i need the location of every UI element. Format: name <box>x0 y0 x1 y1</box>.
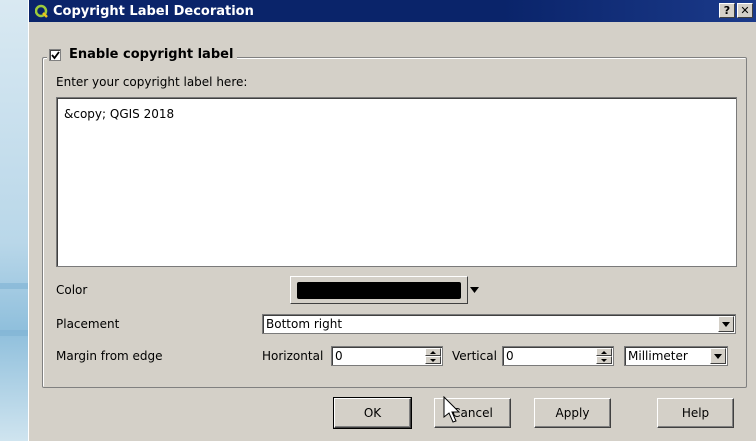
vertical-spin-buttons[interactable] <box>596 348 612 364</box>
copyright-text-value: &copy; QGIS 2018 <box>64 107 175 121</box>
margin-label: Margin from edge <box>56 349 163 363</box>
help-title-button[interactable]: ? <box>719 3 735 18</box>
placement-select[interactable]: Bottom right <box>262 314 736 334</box>
color-dropdown-arrow-icon[interactable] <box>467 276 481 304</box>
label-prompt: Enter your copyright label here: <box>56 75 248 89</box>
color-picker-button[interactable] <box>290 276 468 304</box>
vertical-label: Vertical <box>452 349 497 363</box>
horizontal-margin-input[interactable]: 0 <box>331 346 443 366</box>
color-swatch <box>297 282 461 299</box>
apply-button[interactable]: Apply <box>534 398 611 428</box>
placement-label: Placement <box>56 317 120 331</box>
chevron-down-icon[interactable] <box>710 348 726 364</box>
mouse-cursor-icon <box>443 396 461 423</box>
qgis-icon <box>35 4 49 18</box>
spin-down-icon[interactable] <box>425 356 441 364</box>
enable-copyright-label: Enable copyright label <box>69 47 234 62</box>
help-button[interactable]: Help <box>657 398 734 428</box>
horizontal-spin-buttons[interactable] <box>425 348 441 364</box>
title-bar[interactable]: Copyright Label Decoration ? ✕ <box>29 0 756 22</box>
vertical-margin-value: 0 <box>506 349 514 363</box>
chevron-down-icon[interactable] <box>718 316 734 332</box>
copyright-text-input[interactable]: &copy; QGIS 2018 <box>56 97 737 267</box>
unit-value: Millimeter <box>628 349 688 363</box>
spin-up-icon[interactable] <box>596 348 612 356</box>
enable-copyright-checkbox[interactable]: Enable copyright label <box>47 47 238 62</box>
ok-button[interactable]: OK <box>333 397 412 429</box>
unit-select[interactable]: Millimeter <box>624 346 728 366</box>
window-title: Copyright Label Decoration <box>53 3 254 19</box>
horizontal-label: Horizontal <box>262 349 324 363</box>
checkbox-checked[interactable] <box>49 48 61 61</box>
vertical-margin-input[interactable]: 0 <box>502 346 614 366</box>
copyright-dialog: Copyright Label Decoration ? ✕ Enable co… <box>28 0 756 441</box>
horizontal-margin-value: 0 <box>335 349 343 363</box>
color-label: Color <box>56 283 88 297</box>
placement-value: Bottom right <box>266 317 343 331</box>
spin-down-icon[interactable] <box>596 356 612 364</box>
spin-up-icon[interactable] <box>425 348 441 356</box>
close-button[interactable]: ✕ <box>737 3 753 18</box>
